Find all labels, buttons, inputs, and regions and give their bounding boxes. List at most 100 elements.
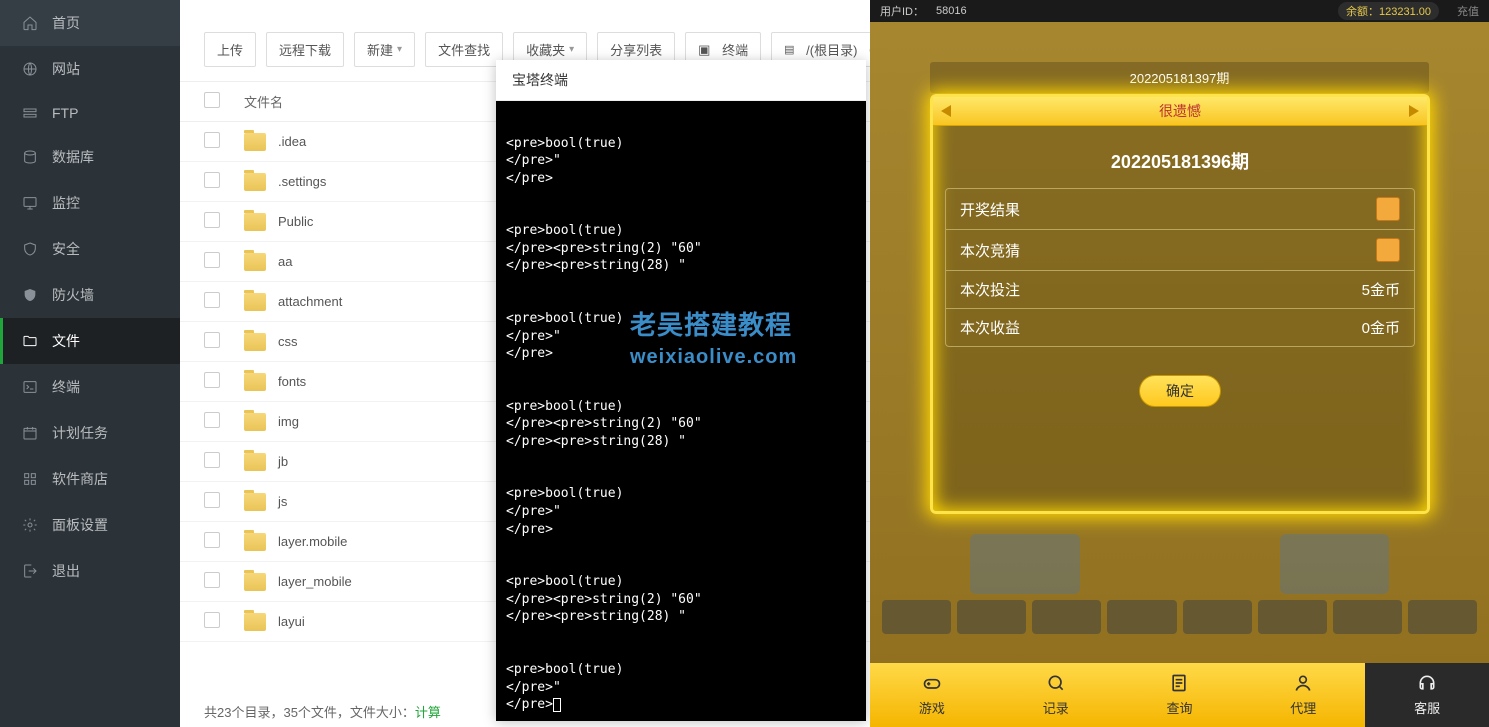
sidebar-item-label: 文件 bbox=[52, 331, 80, 351]
logout-icon bbox=[22, 563, 38, 579]
file-name: fonts bbox=[278, 374, 306, 389]
recharge-link[interactable]: 充值 bbox=[1457, 3, 1479, 19]
row-checkbox[interactable] bbox=[204, 372, 220, 388]
sidebar-item-settings[interactable]: 面板设置 bbox=[0, 502, 180, 548]
folder-icon bbox=[244, 253, 266, 271]
terminal-output[interactable]: <pre>bool(true) </pre>" </pre> <pre>bool… bbox=[496, 101, 866, 721]
bg-cards bbox=[970, 534, 1389, 594]
sidebar-item-label: 面板设置 bbox=[52, 515, 108, 535]
bet-cell[interactable] bbox=[1333, 600, 1402, 634]
sidebar-item-label: 数据库 bbox=[52, 147, 94, 167]
file-name: jb bbox=[278, 454, 288, 469]
tab-service[interactable]: 客服 bbox=[1365, 663, 1489, 727]
remote-download-button[interactable]: 远程下载 bbox=[266, 32, 344, 67]
row-checkbox[interactable] bbox=[204, 132, 220, 148]
globe-icon bbox=[22, 61, 38, 77]
sidebar-item-terminal[interactable]: 终端 bbox=[0, 364, 180, 410]
row-checkbox[interactable] bbox=[204, 532, 220, 548]
tab-record[interactable]: 记录 bbox=[994, 663, 1118, 727]
bet-cell[interactable] bbox=[1258, 600, 1327, 634]
monitor-icon bbox=[22, 195, 38, 211]
grid-icon bbox=[22, 471, 38, 487]
status-bar: 共23个目录，35个文件，文件大小：计算 bbox=[204, 702, 441, 721]
file-name: attachment bbox=[278, 294, 342, 309]
bet-cell[interactable] bbox=[1408, 600, 1477, 634]
sidebar-item-home[interactable]: 首页 bbox=[0, 0, 180, 46]
sidebar-item-ftp[interactable]: FTP bbox=[0, 92, 180, 134]
bet-cell[interactable] bbox=[1183, 600, 1252, 634]
sidebar-item-label: 安全 bbox=[52, 239, 80, 259]
row-checkbox[interactable] bbox=[204, 212, 220, 228]
upload-button[interactable]: 上传 bbox=[204, 32, 256, 67]
sidebar-item-label: 监控 bbox=[52, 193, 80, 213]
headset-icon bbox=[1417, 673, 1437, 696]
row-checkbox[interactable] bbox=[204, 492, 220, 508]
agent-icon bbox=[1293, 673, 1313, 696]
result-row: 本次投注5金币 bbox=[946, 271, 1414, 309]
sidebar: 首页 网站 FTP 数据库 监控 安全 防火墙 文件 终端 计划任务 软件商店 … bbox=[0, 0, 180, 727]
modal-title: 很遗憾 bbox=[933, 97, 1427, 126]
result-row: 本次竞猜 bbox=[946, 230, 1414, 271]
sidebar-item-files[interactable]: 文件 bbox=[0, 318, 180, 364]
file-name: img bbox=[278, 414, 299, 429]
sidebar-item-security[interactable]: 安全 bbox=[0, 226, 180, 272]
folder-icon bbox=[244, 213, 266, 231]
file-name: css bbox=[278, 334, 298, 349]
sidebar-item-db[interactable]: 数据库 bbox=[0, 134, 180, 180]
userid-value: 58016 bbox=[936, 5, 967, 17]
bet-cell[interactable] bbox=[957, 600, 1026, 634]
result-row: 本次收益0金币 bbox=[946, 309, 1414, 346]
gear-icon bbox=[22, 517, 38, 533]
sidebar-item-site[interactable]: 网站 bbox=[0, 46, 180, 92]
bet-cell[interactable] bbox=[1032, 600, 1101, 634]
modal-period: 202205181396期 bbox=[933, 148, 1427, 174]
row-checkbox[interactable] bbox=[204, 252, 220, 268]
result-row: 开奖结果 bbox=[946, 189, 1414, 230]
sidebar-item-label: 软件商店 bbox=[52, 469, 108, 489]
column-name: 文件名 bbox=[244, 92, 283, 111]
terminal-icon bbox=[22, 379, 38, 395]
row-checkbox[interactable] bbox=[204, 412, 220, 428]
new-button[interactable]: 新建▾ bbox=[354, 32, 415, 67]
mobile-tabbar: 游戏 记录 查询 代理 客服 bbox=[870, 663, 1489, 727]
file-name: .idea bbox=[278, 134, 306, 149]
row-checkbox[interactable] bbox=[204, 612, 220, 628]
row-checkbox[interactable] bbox=[204, 172, 220, 188]
row-checkbox[interactable] bbox=[204, 452, 220, 468]
folder-icon bbox=[244, 413, 266, 431]
sidebar-item-logout[interactable]: 退出 bbox=[0, 548, 180, 594]
result-table: 开奖结果 本次竞猜 本次投注5金币 本次收益0金币 bbox=[945, 188, 1415, 347]
calendar-icon bbox=[22, 425, 38, 441]
sidebar-item-cron[interactable]: 计划任务 bbox=[0, 410, 180, 456]
folder-icon bbox=[244, 493, 266, 511]
confirm-button[interactable]: 确定 bbox=[1139, 375, 1221, 407]
terminal-title: 宝塔终端 bbox=[496, 60, 866, 101]
sidebar-item-label: 退出 bbox=[52, 561, 80, 581]
row-checkbox[interactable] bbox=[204, 332, 220, 348]
firewall-icon bbox=[22, 287, 38, 303]
tab-agent[interactable]: 代理 bbox=[1241, 663, 1365, 727]
sidebar-item-monitor[interactable]: 监控 bbox=[0, 180, 180, 226]
sidebar-item-label: 计划任务 bbox=[52, 423, 108, 443]
bg-card bbox=[970, 534, 1080, 594]
folder-icon bbox=[244, 173, 266, 191]
result-modal: 很遗憾 202205181396期 开奖结果 本次竞猜 本次投注5金币 本次收益… bbox=[930, 94, 1430, 514]
sidebar-item-store[interactable]: 软件商店 bbox=[0, 456, 180, 502]
terminal-window[interactable]: 宝塔终端 <pre>bool(true) </pre>" </pre> <pre… bbox=[496, 60, 866, 720]
userid-label: 用户ID： bbox=[880, 3, 924, 19]
form-icon bbox=[1169, 673, 1189, 696]
folder-icon bbox=[244, 573, 266, 591]
file-name: layer_mobile bbox=[278, 574, 352, 589]
tab-game[interactable]: 游戏 bbox=[870, 663, 994, 727]
row-checkbox[interactable] bbox=[204, 572, 220, 588]
bet-cell[interactable] bbox=[1107, 600, 1176, 634]
row-checkbox[interactable] bbox=[204, 292, 220, 308]
file-name: layui bbox=[278, 614, 305, 629]
tab-query[interactable]: 查询 bbox=[1118, 663, 1242, 727]
bet-cell[interactable] bbox=[882, 600, 951, 634]
calc-link[interactable]: 计算 bbox=[415, 705, 441, 720]
sidebar-item-firewall[interactable]: 防火墙 bbox=[0, 272, 180, 318]
file-search-button[interactable]: 文件查找 bbox=[425, 32, 503, 67]
file-name: Public bbox=[278, 214, 313, 229]
select-all-checkbox[interactable] bbox=[204, 92, 220, 108]
